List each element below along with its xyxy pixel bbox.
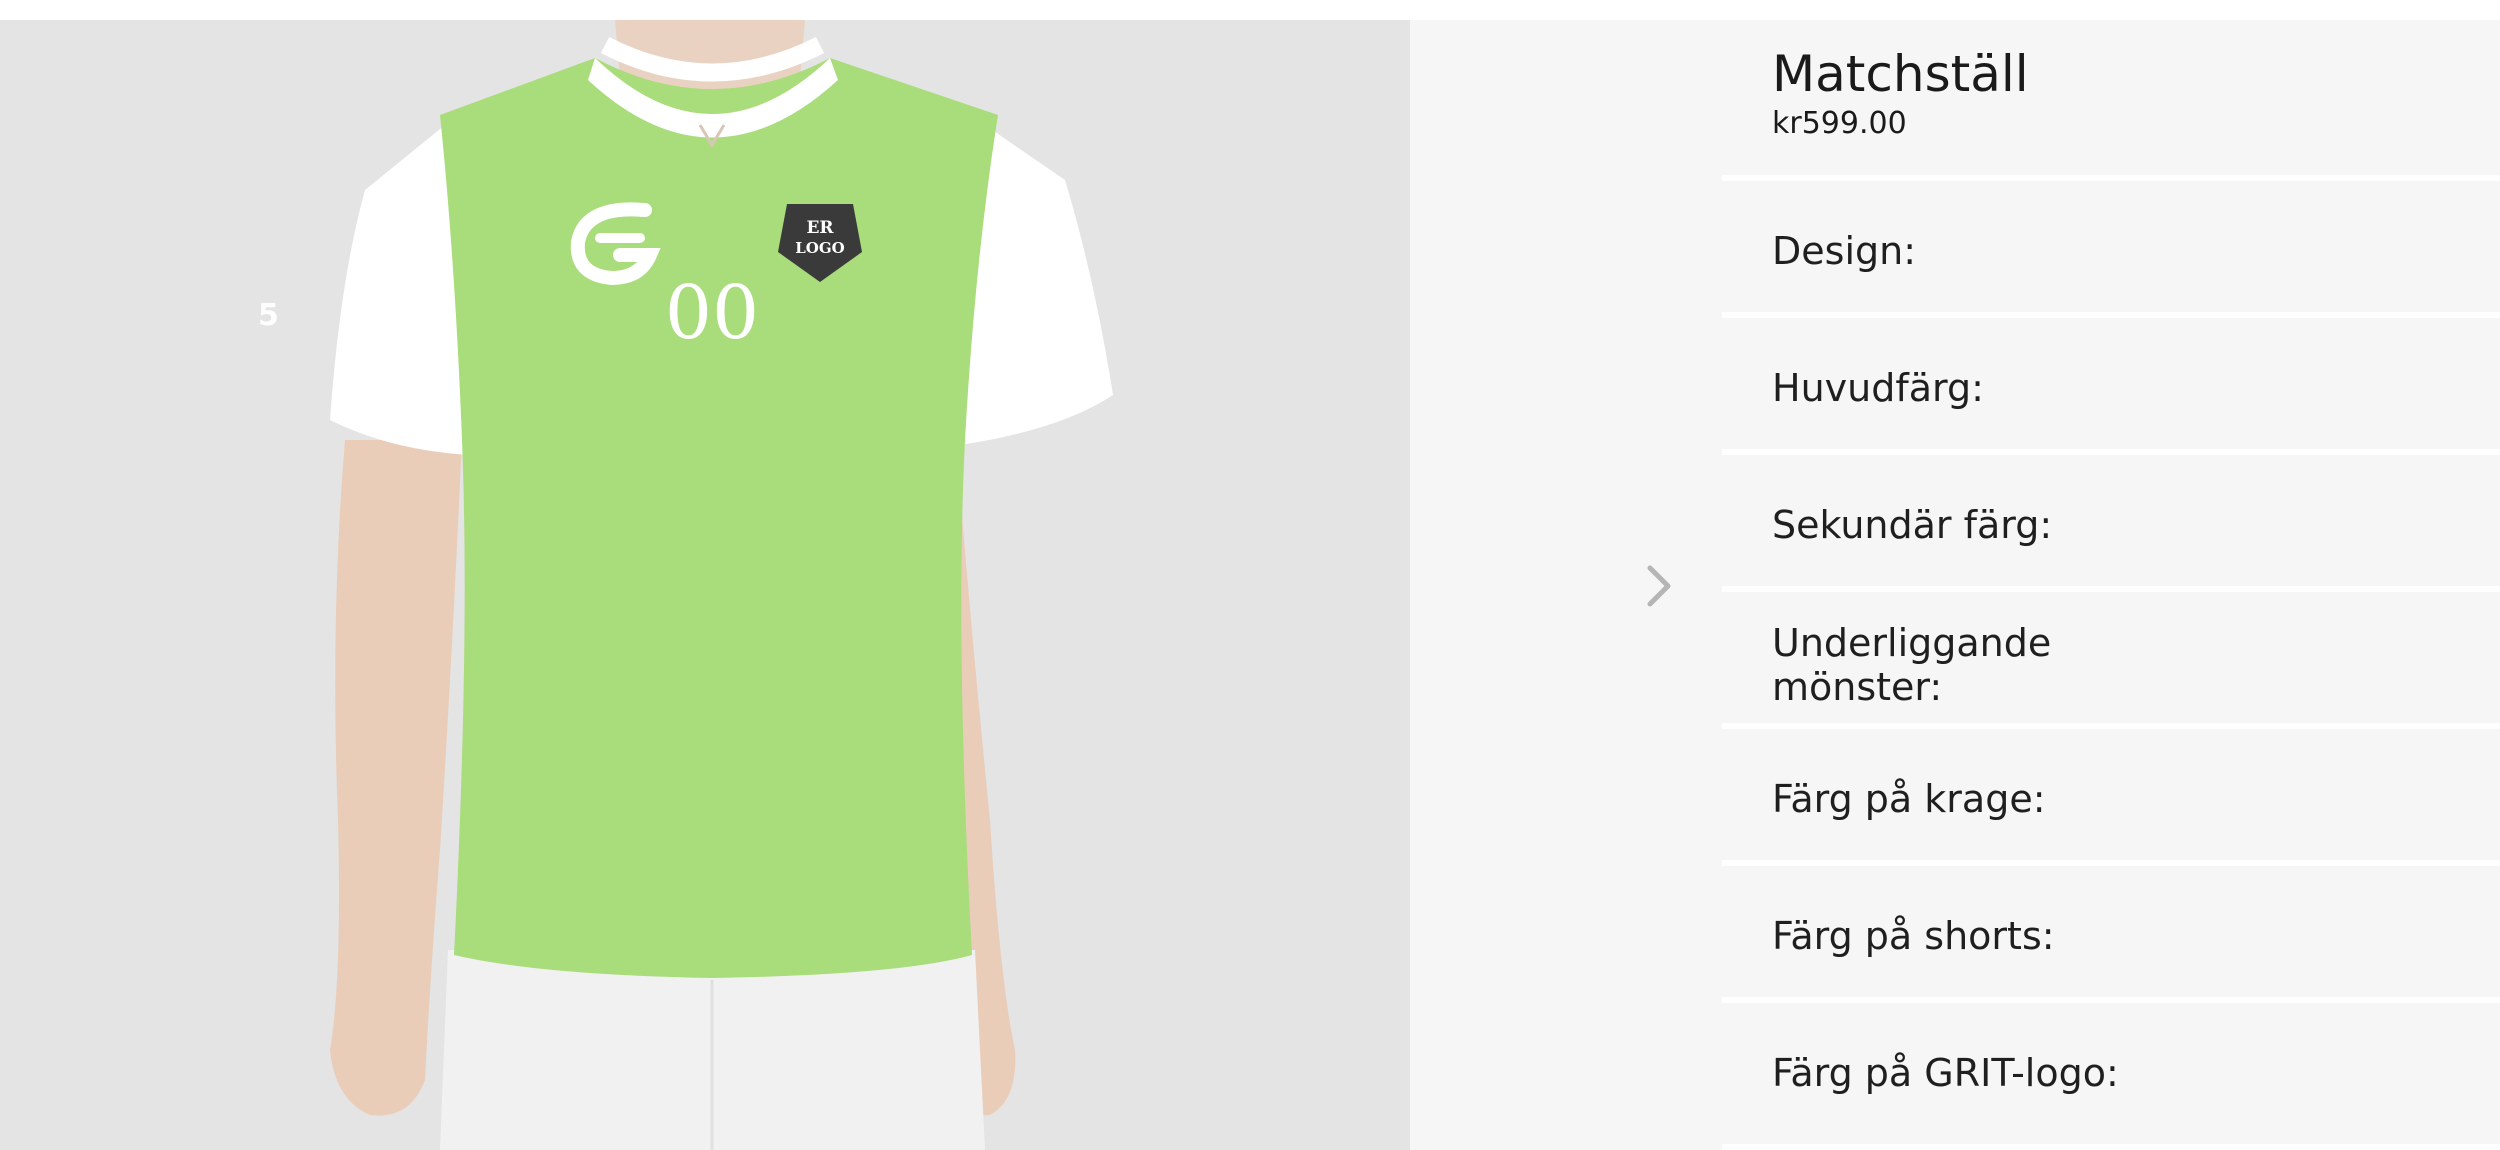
option-label: Färg på GRIT-logo: bbox=[1772, 1051, 2119, 1095]
option-grit-logo-color[interactable]: Färg på GRIT-logo: bbox=[1722, 997, 2500, 1150]
option-label: Sekundär färg: bbox=[1772, 503, 2053, 547]
option-label: Underliggande mönster: bbox=[1772, 621, 2052, 709]
option-label: Huvudfärg: bbox=[1772, 366, 1984, 410]
svg-text:LOGO: LOGO bbox=[795, 239, 845, 257]
product-header: Matchställ kr599.00 bbox=[1772, 44, 2029, 142]
option-secondary-color[interactable]: Sekundär färg: bbox=[1722, 449, 2500, 586]
svg-text:ER: ER bbox=[806, 218, 834, 238]
option-underlying-pattern[interactable]: Underliggande mönster: bbox=[1722, 586, 2500, 723]
product-details-panel: Matchställ kr599.00 Design: Huvudfärg: S… bbox=[1722, 20, 2500, 1150]
chevron-right-icon bbox=[1647, 565, 1671, 607]
jersey-number: 00 bbox=[665, 270, 759, 356]
product-price: kr599.00 bbox=[1772, 106, 1907, 141]
option-design[interactable]: Design: bbox=[1722, 175, 2500, 312]
option-label: Färg på krage: bbox=[1772, 777, 2046, 821]
product-title: Matchställ bbox=[1772, 45, 2029, 103]
option-main-color[interactable]: Huvudfärg: bbox=[1722, 312, 2500, 449]
option-shorts-color[interactable]: Färg på shorts: bbox=[1722, 860, 2500, 997]
product-photo: ER LOGO 00 bbox=[0, 20, 1410, 1150]
option-collar-color[interactable]: Färg på krage: bbox=[1722, 723, 2500, 860]
option-label: Färg på shorts: bbox=[1772, 914, 2055, 958]
product-image-gallery[interactable]: ER LOGO 00 5 bbox=[0, 20, 1410, 1150]
next-image-button[interactable] bbox=[1642, 562, 1678, 610]
slide-index: 5 bbox=[258, 298, 279, 333]
top-bar bbox=[0, 0, 2500, 20]
option-label: Design: bbox=[1772, 229, 1917, 273]
